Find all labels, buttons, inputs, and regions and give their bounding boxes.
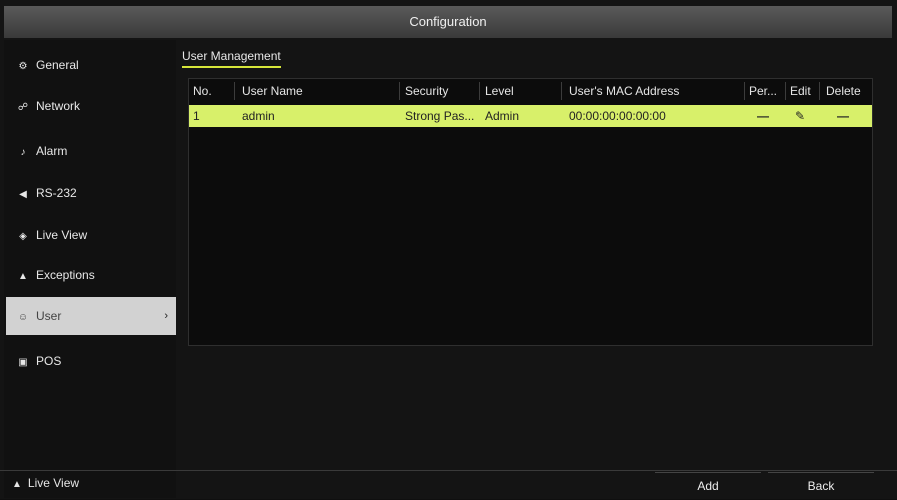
sidebar-item-live-view[interactable]: ◈ Live View xyxy=(6,216,176,254)
cell-level: Admin xyxy=(485,109,520,123)
alarm-icon: ♪ xyxy=(20,147,26,158)
sidebar-item-general[interactable]: ⚙ General xyxy=(6,46,176,84)
column-header-edit: Edit xyxy=(790,84,811,98)
sidebar-item-label: Live View xyxy=(36,228,88,242)
column-header-no: No. xyxy=(193,84,212,98)
cell-user-name: admin xyxy=(242,109,275,123)
sidebar-item-exceptions[interactable]: ▲ Exceptions xyxy=(6,256,176,294)
table-row[interactable]: 1 admin Strong Pas... Admin 00:00:00:00:… xyxy=(189,105,872,127)
add-button[interactable]: Add xyxy=(655,472,761,499)
delete-button[interactable]: — xyxy=(837,105,849,127)
column-separator xyxy=(819,82,820,100)
chevron-right-icon: › xyxy=(164,310,168,322)
cell-no: 1 xyxy=(193,109,200,123)
back-button[interactable]: Back xyxy=(768,472,874,499)
edit-icon[interactable]: ✎ xyxy=(795,105,805,127)
sidebar: ⚙ General ☍ Network ♪ Alarm ◀ RS-232 ◈ Live V… xyxy=(4,40,176,498)
sidebar-item-label: Alarm xyxy=(36,144,68,158)
column-separator xyxy=(785,82,786,100)
sidebar-item-user[interactable]: ☺ User › xyxy=(6,297,176,335)
pos-icon: ▣ xyxy=(18,357,28,368)
window-title: Configuration xyxy=(4,6,892,38)
column-header-security: Security xyxy=(405,84,449,98)
table-header: No. User Name Security Level User's MAC … xyxy=(189,79,872,103)
user-table: No. User Name Security Level User's MAC … xyxy=(188,78,873,346)
bottom-bar xyxy=(0,470,897,500)
column-separator xyxy=(399,82,400,100)
permission-button[interactable]: — xyxy=(757,105,769,127)
warning-icon: ▲ xyxy=(18,271,28,282)
home-icon: ▲ xyxy=(12,479,22,490)
sidebar-item-pos[interactable]: ▣ POS xyxy=(6,342,176,380)
sidebar-item-network[interactable]: ☍ Network xyxy=(6,87,176,125)
sidebar-item-rs232[interactable]: ◀ RS-232 xyxy=(6,174,176,212)
sidebar-item-label: User xyxy=(36,309,62,323)
cell-security: Strong Pas... xyxy=(405,109,475,123)
column-separator xyxy=(234,82,235,100)
tab-user-management[interactable]: User Management xyxy=(182,49,281,68)
sidebar-item-label: General xyxy=(36,58,79,72)
column-header-level: Level xyxy=(485,84,514,98)
live-view-label: Live View xyxy=(27,476,80,490)
network-icon: ☍ xyxy=(17,102,29,113)
sidebar-item-label: Network xyxy=(36,99,81,113)
eye-icon: ◈ xyxy=(19,231,27,242)
user-icon: ☺ xyxy=(17,312,29,323)
column-header-permission: Per... xyxy=(749,84,778,98)
column-header-user-name: User Name xyxy=(242,84,303,98)
sidebar-item-label: POS xyxy=(36,354,62,368)
sidebar-item-label: RS-232 xyxy=(36,186,77,200)
column-header-delete: Delete xyxy=(826,84,861,98)
app-window: Configuration ⚙ General ☍ Network ♪ Alarm ◀… xyxy=(0,0,897,499)
sidebar-item-label: Exceptions xyxy=(36,268,95,282)
rs232-icon: ◀ xyxy=(19,189,27,200)
column-separator xyxy=(744,82,745,100)
gear-icon: ⚙ xyxy=(18,61,28,72)
column-header-mac-address: User's MAC Address xyxy=(569,84,680,98)
column-separator xyxy=(561,82,562,100)
sidebar-item-alarm[interactable]: ♪ Alarm xyxy=(6,132,176,170)
column-separator xyxy=(479,82,480,100)
live-view-button[interactable]: ▲ Live View xyxy=(12,476,79,490)
cell-mac-address: 00:00:00:00:00:00 xyxy=(569,109,666,123)
